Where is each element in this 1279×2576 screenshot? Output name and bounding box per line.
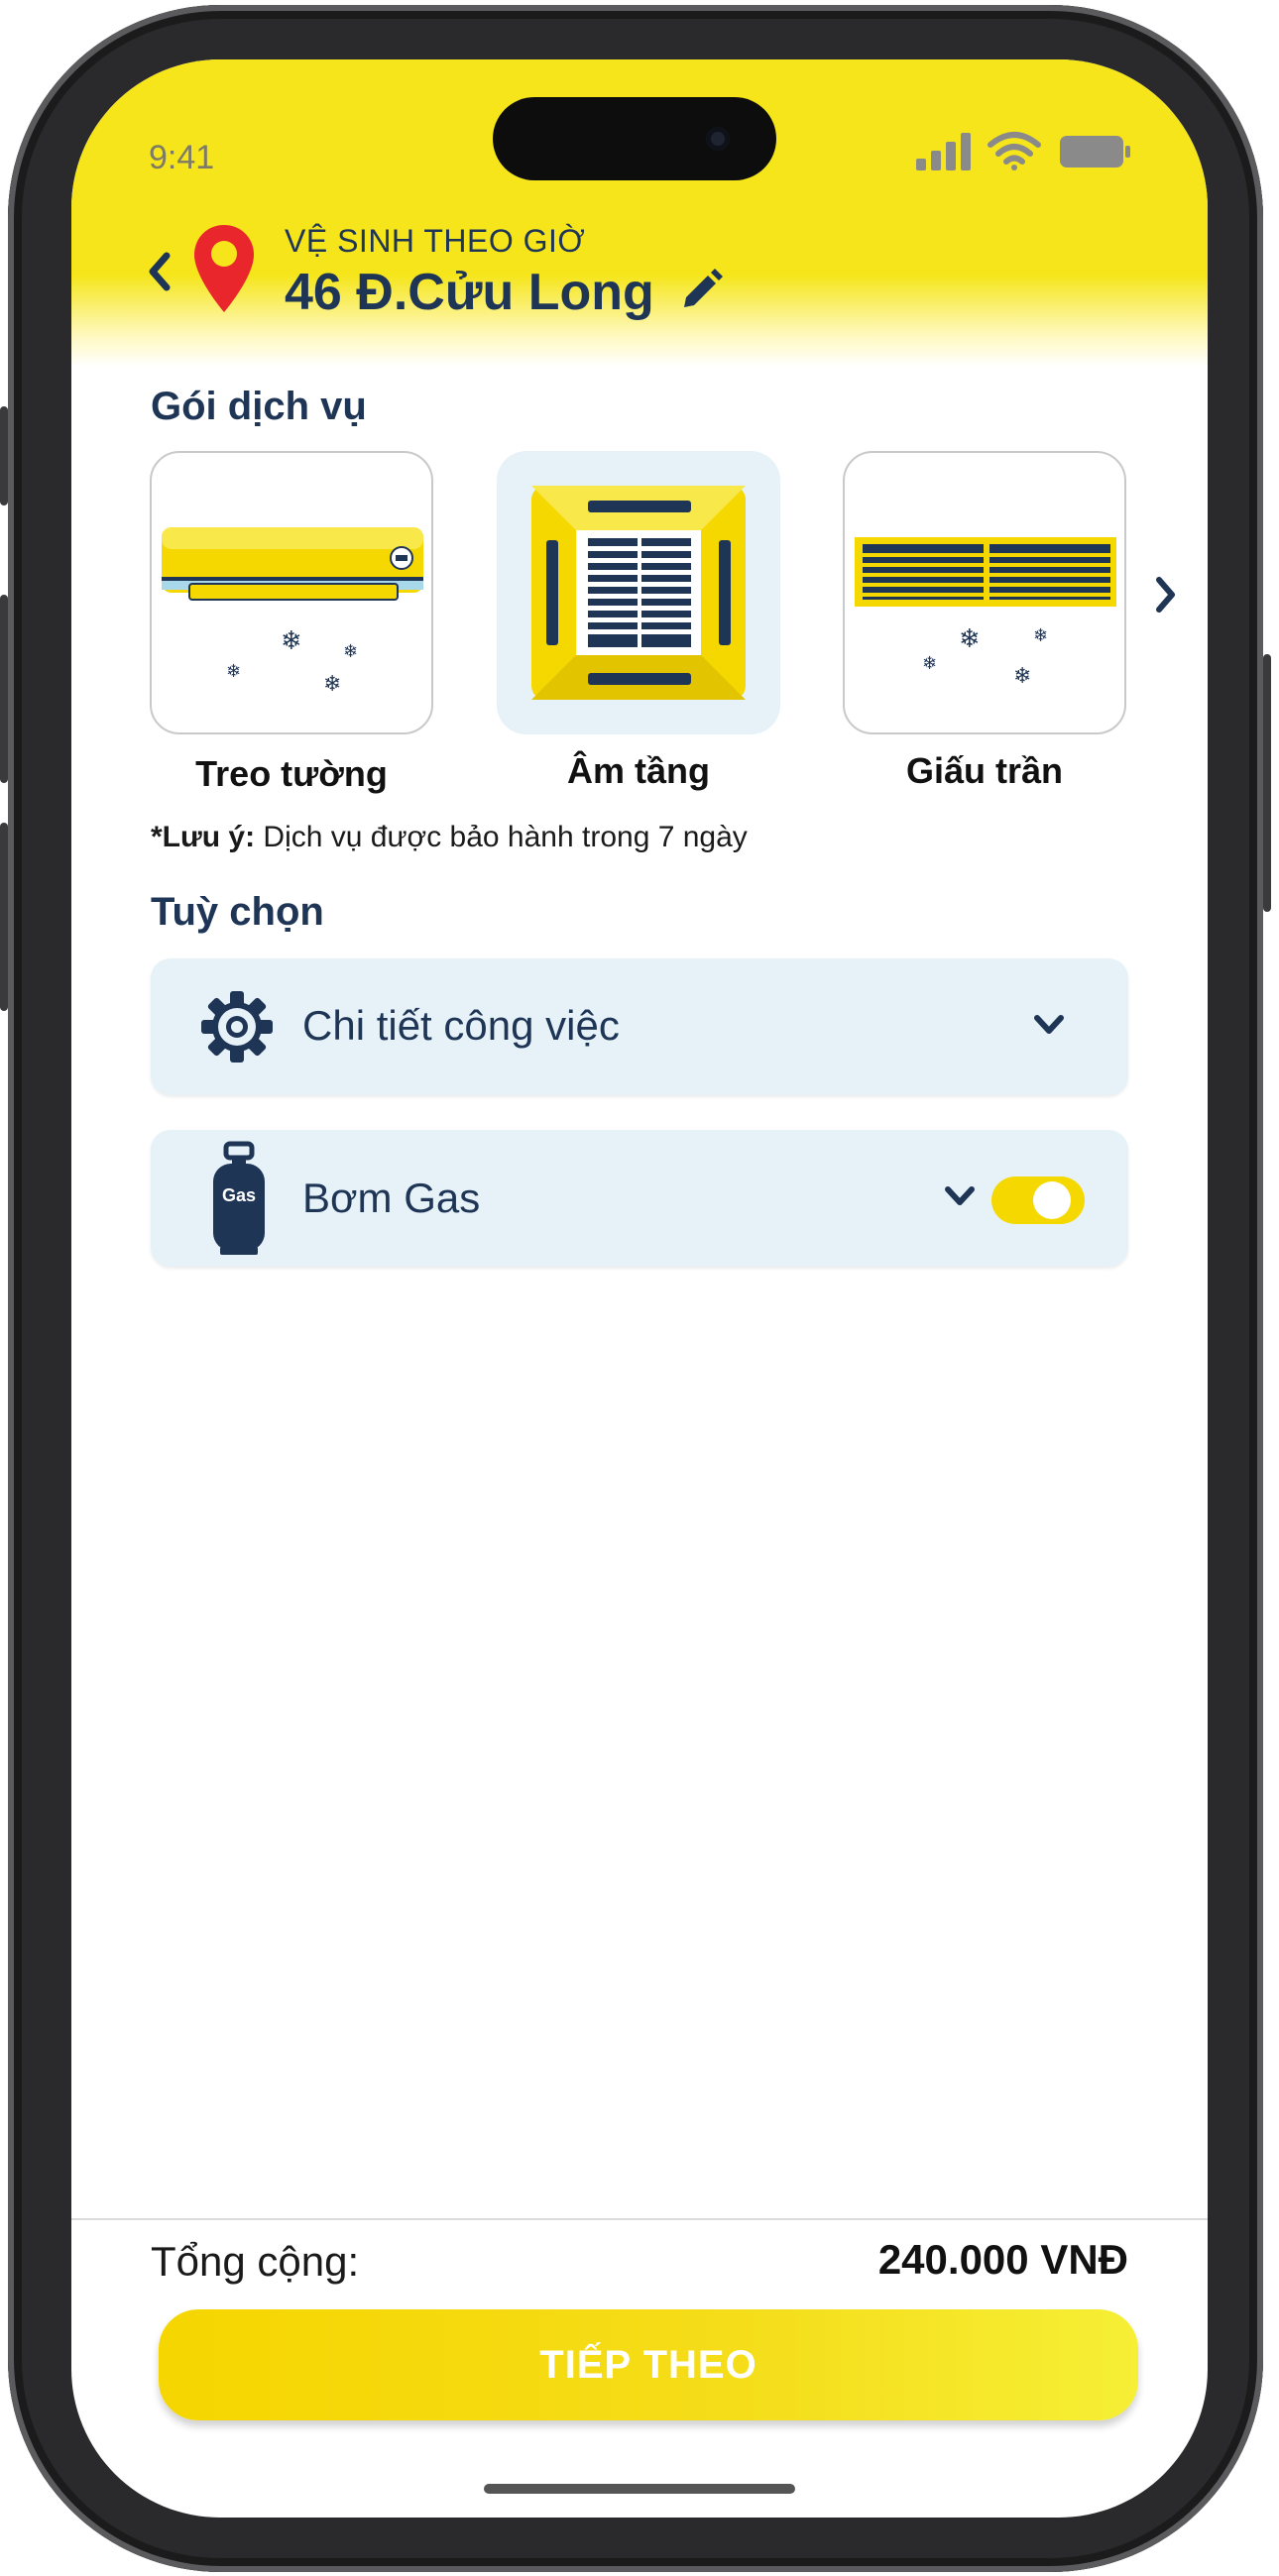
next-chevron-icon[interactable] xyxy=(1154,575,1178,615)
gear-icon xyxy=(201,991,273,1063)
svg-text:❄: ❄ xyxy=(1013,664,1031,689)
edit-pencil-icon[interactable] xyxy=(678,268,724,313)
location-pin-icon xyxy=(194,225,254,312)
total-label: Tổng cộng: xyxy=(151,2238,360,2285)
footer-divider xyxy=(71,2218,1208,2220)
battery-icon xyxy=(1060,136,1130,168)
option-label-bom-gas: Bơm Gas xyxy=(302,1175,481,1221)
screen: 9:41 VỆ SINH THEO GIỜ 46 Đ.Cửu Long Gói … xyxy=(71,59,1208,2518)
warranty-note: *Lưu ý: Dịch vụ được bảo hành trong 7 ng… xyxy=(151,821,748,854)
package-card-treo-tuong[interactable]: ❄ ❄ ❄ ❄ xyxy=(150,451,433,734)
package-card-giau-tran[interactable]: ❄ ❄ ❄ ❄ xyxy=(843,451,1126,734)
svg-text:❄: ❄ xyxy=(323,672,341,697)
toggle-knob xyxy=(1033,1181,1071,1219)
svg-text:❄: ❄ xyxy=(1033,625,1048,646)
package-label-treo-tuong: Treo tường xyxy=(195,753,388,794)
svg-text:❄: ❄ xyxy=(281,626,302,656)
side-button xyxy=(0,406,8,505)
wall-ac-icon: ❄ ❄ ❄ ❄ xyxy=(162,527,423,697)
concealed-ac-icon: ❄ ❄ ❄ ❄ xyxy=(855,537,1116,689)
option-chi-tiet-cong-viec[interactable]: Chi tiết công việc xyxy=(151,958,1128,1095)
svg-text:❄: ❄ xyxy=(226,661,241,682)
package-card-am-tang[interactable] xyxy=(497,451,780,734)
dynamic-island xyxy=(493,97,776,180)
next-button[interactable]: TIẾP THEO xyxy=(159,2309,1138,2420)
note-prefix: *Lưu ý: xyxy=(151,821,256,853)
gas-icon-text: Gas xyxy=(221,1185,257,1205)
signal-icon xyxy=(916,133,971,170)
package-label-giau-tran: Giấu trần xyxy=(905,750,1064,791)
chevron-down-icon[interactable] xyxy=(1033,1014,1065,1036)
volume-up-button xyxy=(0,595,8,783)
camera xyxy=(706,127,730,151)
packages-title: Gói dịch vụ xyxy=(151,385,367,428)
options-title: Tuỳ chọn xyxy=(151,890,324,934)
option-label-chi-tiet: Chi tiết công việc xyxy=(302,1002,620,1049)
power-button xyxy=(1263,654,1271,912)
status-time: 9:41 xyxy=(149,139,215,176)
back-chevron-icon[interactable] xyxy=(145,250,173,293)
wifi-icon xyxy=(988,132,1041,170)
chevron-down-icon[interactable] xyxy=(944,1185,976,1207)
volume-down-button xyxy=(0,823,8,1011)
service-name: VỆ SINH THEO GIỜ xyxy=(285,223,586,259)
svg-text:❄: ❄ xyxy=(343,641,358,662)
svg-text:❄: ❄ xyxy=(959,624,981,654)
option-bom-gas[interactable]: Gas Bơm Gas xyxy=(151,1130,1128,1267)
package-label-am-tang: Âm tầng xyxy=(567,750,710,791)
home-indicator[interactable] xyxy=(484,2484,795,2494)
total-value: 240.000 VNĐ xyxy=(877,2236,1128,2283)
note-text: Dịch vụ được bảo hành trong 7 ngày xyxy=(255,821,748,853)
address-title[interactable]: 46 Đ.Cửu Long xyxy=(285,263,654,322)
svg-text:❄: ❄ xyxy=(922,653,937,674)
cassette-ac-icon xyxy=(531,486,746,700)
